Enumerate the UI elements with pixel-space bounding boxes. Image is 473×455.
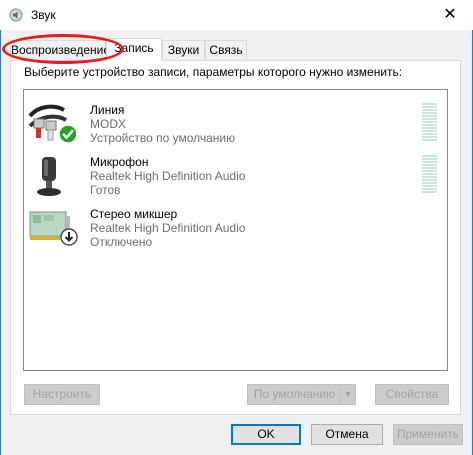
device-item-microphone[interactable]: Микрофон Realtek High Definition Audio Г… <box>24 152 447 204</box>
device-driver: Realtek High Definition Audio <box>90 221 246 235</box>
device-status: Отключено <box>90 235 153 249</box>
device-name: Микрофон <box>90 155 149 169</box>
chevron-down-icon[interactable]: ▼ <box>340 385 355 404</box>
close-button[interactable]: ✕ <box>427 0 473 30</box>
ok-button[interactable]: OK <box>231 424 301 445</box>
set-default-label: По умолчанию <box>253 387 336 401</box>
device-driver: Realtek High Definition Audio <box>90 169 246 183</box>
window-title: Звук <box>31 8 56 22</box>
device-item-line[interactable]: Линия MODX Устройство по умолчанию <box>24 100 447 152</box>
set-default-button[interactable]: По умолчанию ▼ <box>247 384 356 405</box>
device-status: Устройство по умолчанию <box>90 131 236 145</box>
recording-panel: Выберите устройство записи, параметры ко… <box>10 60 461 415</box>
title-bar[interactable]: Звук ✕ <box>0 0 473 30</box>
device-driver: MODX <box>90 117 126 131</box>
tab-communications[interactable]: Связь <box>205 40 247 59</box>
tab-sounds[interactable]: Звуки <box>162 40 205 59</box>
apply-button[interactable]: Применить <box>393 424 463 445</box>
microphone-icon <box>37 157 61 196</box>
speaker-icon <box>9 8 23 22</box>
properties-button[interactable]: Свойства <box>375 384 449 405</box>
device-name: Стерео микшер <box>90 207 178 221</box>
tab-playback[interactable]: Воспроизведение <box>10 40 110 59</box>
window-border-left <box>0 0 1 455</box>
device-list[interactable]: Линия MODX Устройство по умолчанию Микро… <box>23 89 448 371</box>
disabled-arrow-icon <box>60 228 78 246</box>
device-name: Линия <box>90 103 125 117</box>
cancel-button[interactable]: Отмена <box>311 424 383 445</box>
level-meter <box>422 103 437 142</box>
tab-recording[interactable]: Запись <box>106 38 162 61</box>
default-check-icon <box>58 124 78 144</box>
level-meter <box>422 155 437 194</box>
device-item-stereo-mixer[interactable]: Стерео микшер Realtek High Definition Au… <box>24 204 447 256</box>
configure-button[interactable]: Настроить <box>24 384 100 405</box>
device-status: Готов <box>90 183 121 197</box>
instruction-text: Выберите устройство записи, параметры ко… <box>24 65 403 79</box>
